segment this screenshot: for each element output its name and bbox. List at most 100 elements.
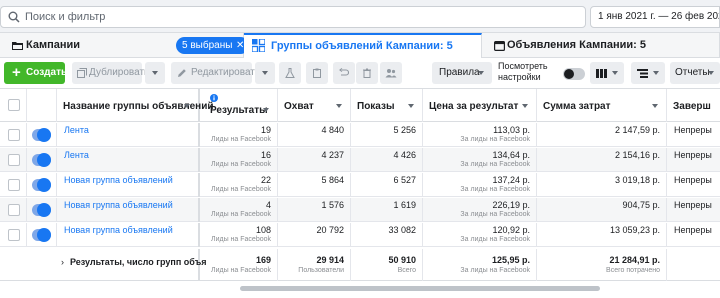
header-ends[interactable]: Заверш [667,89,720,122]
header-reach[interactable]: Охват [278,89,351,122]
header-name[interactable]: Название группы объявлений [57,89,214,122]
ad-icon [494,41,505,51]
header-cost-per-result-label: Цена за результат [429,101,519,112]
spent-value: 13 059,23 р. [609,225,660,235]
columns-button[interactable] [590,62,624,84]
ends-value: Непреры [674,125,712,135]
table-row[interactable]: Новая группа объявлений 4 Лиды на Facebook… [0,198,720,222]
row-spent-cell: 13 059,23 р. [537,223,667,247]
table-row[interactable]: Новая группа объявлений 22 Лиды на Faceboo… [0,173,720,197]
toolbar: + Создать Дублировать Редактировать Прав… [0,58,720,89]
row-reach-cell: 4 840 [278,123,351,147]
delete-button[interactable] [356,62,378,84]
cpr-sub: За лиды на Facebook [460,211,530,218]
selection-badge[interactable]: 5 выбраны ✕ [176,37,250,54]
totals-ends [667,249,720,281]
breakdown-button[interactable] [631,62,665,84]
tab-campaigns[interactable]: Кампании 5 выбраны ✕ [0,33,250,58]
cpr-sub: За лиды на Facebook [460,161,530,168]
table-row[interactable]: Лента 16 Лиды на Facebook 4 237 4 426 134,64 … [0,148,720,172]
row-toggle-cell [27,223,57,247]
reach-value: 4 840 [321,125,344,135]
search-bar: 1 янв 2021 г. — 26 фев 2021 г. [0,0,720,33]
cpr-value: 137,24 р. [492,175,530,185]
row-active-toggle[interactable] [32,203,51,217]
totals-label-cell[interactable]: › Результаты, число групп объя [57,249,207,281]
reach-value: 4 237 [321,150,344,160]
rules-button-label: Правила [439,67,480,78]
ad-set-name-link[interactable]: Лента [64,125,89,135]
header-impressions[interactable]: Показы [351,89,423,122]
reach-value: 20 792 [316,225,344,235]
rules-button[interactable]: Правила [432,62,492,84]
undo-button[interactable] [333,62,355,84]
grid-icon [252,39,265,52]
header-select-cell [0,89,27,122]
row-impressions-cell: 6 527 [351,173,423,197]
impressions-value: 33 082 [388,225,416,235]
duplicate-dropdown[interactable] [145,62,165,84]
duplicate-button[interactable]: Дублировать [72,62,149,84]
row-checkbox[interactable] [8,229,20,241]
row-checkbox[interactable] [8,129,20,141]
header-amount-spent[interactable]: Сумма затрат [537,89,667,122]
ad-set-name-link[interactable]: Лента [64,150,89,160]
chevron-right-icon: › [61,257,64,267]
row-name-cell: Лента [57,148,200,172]
reports-button[interactable]: Отчеты [670,62,720,84]
create-button[interactable]: + Создать [4,62,67,84]
totals-row: › Результаты, число групп объя 169 Лиды … [0,249,720,281]
ends-value: Непреры [674,225,712,235]
table-row[interactable]: Лента 19 Лиды на Facebook 4 840 5 256 113,03 … [0,123,720,147]
tab-ad-sets[interactable]: Группы объявлений Кампании: 5 [244,33,482,58]
header-results[interactable]: Результаты [200,89,278,122]
row-checkbox[interactable] [8,154,20,166]
ad-set-name-link[interactable]: Новая группа объявлений [64,200,173,210]
row-active-toggle[interactable] [32,178,51,192]
header-cost-per-result[interactable]: Цена за результат [423,89,537,122]
horizontal-scrollbar[interactable] [240,286,600,291]
date-range-picker[interactable]: 1 янв 2021 г. — 26 фев 2021 г. [590,6,720,28]
row-checkbox[interactable] [8,204,20,216]
row-reach-cell: 1 576 [278,198,351,222]
search-box[interactable] [0,6,586,28]
search-input[interactable] [25,9,565,25]
sort-icon [336,104,342,108]
table-row[interactable]: Новая группа объявлений 108 Лиды на Facebo… [0,223,720,247]
row-active-toggle[interactable] [32,153,51,167]
row-toggle-cell [27,198,57,222]
ad-set-name-link[interactable]: Новая группа объявлений [64,175,173,185]
test-button[interactable] [279,62,301,84]
view-settings-toggle[interactable] [563,68,585,80]
row-checkbox[interactable] [8,179,20,191]
chevron-down-icon [653,71,659,75]
audience-button[interactable] [380,62,402,84]
select-all-checkbox[interactable] [8,99,20,111]
pencil-icon [178,69,186,77]
results-value: 19 [260,125,271,135]
clipboard-button[interactable] [306,62,328,84]
row-active-toggle[interactable] [32,128,51,142]
row-ends-cell: Непреры [667,223,720,247]
sort-icon [652,104,658,108]
toggle-knob [37,178,51,192]
ad-sets-table: Название группы объявлений Результаты Ох… [0,89,720,288]
ad-set-name-link[interactable]: Новая группа объявлений [64,225,173,235]
tab-ads[interactable]: Объявления Кампании: 5 [482,33,720,58]
row-impressions-cell: 1 619 [351,198,423,222]
row-cpr-cell: 120,92 р. За лиды на Facebook [423,223,537,247]
row-name-cell: Новая группа объявлений [57,198,200,222]
people-icon [385,69,397,78]
table-header: Название группы объявлений Результаты Ох… [0,89,720,122]
totals-cpr-sub: За лиды на Facebook [460,267,530,274]
row-reach-cell: 5 864 [278,173,351,197]
impressions-value: 1 619 [393,200,416,210]
row-reach-cell: 20 792 [278,223,351,247]
row-active-toggle[interactable] [32,228,51,242]
edit-button[interactable]: Редактировать [171,62,260,84]
selection-badge-label: 5 выбраны [182,40,233,51]
reach-value: 1 576 [321,200,344,210]
tab-ads-label: Объявления Кампании: 5 [507,39,646,51]
results-sub: Лиды на Facebook [210,186,271,193]
edit-dropdown[interactable] [255,62,275,84]
